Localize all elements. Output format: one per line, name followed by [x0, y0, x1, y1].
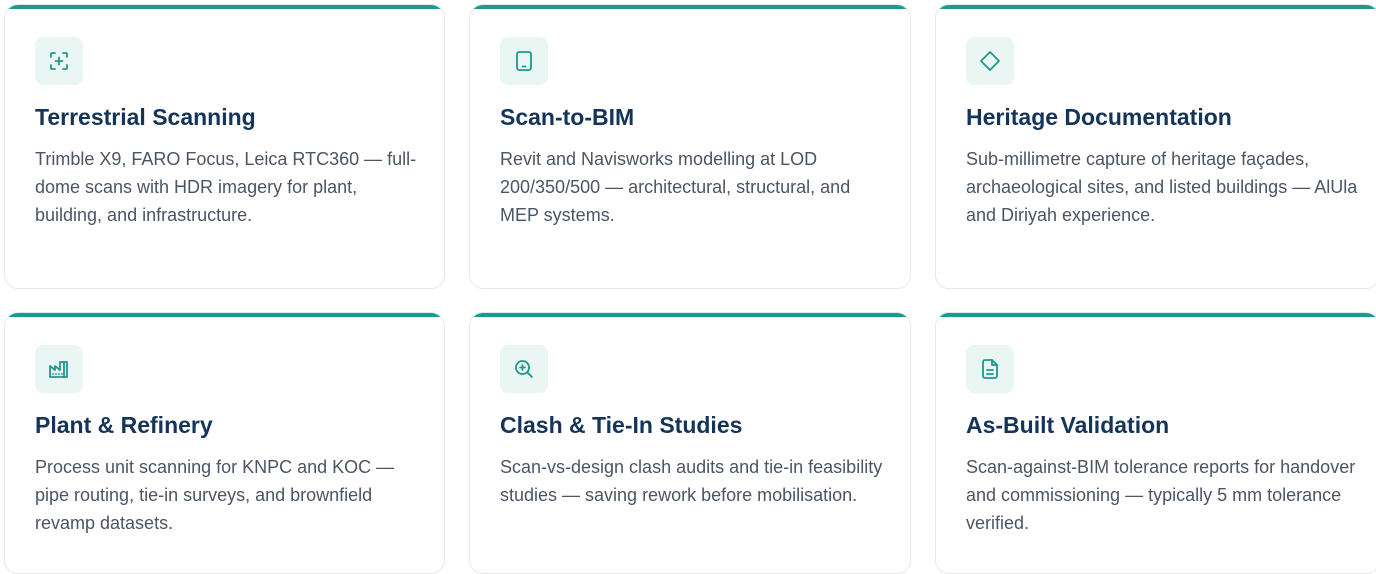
service-card-clash-tie-in: Clash & Tie-In Studies Scan-vs-design cl… — [469, 312, 911, 574]
card-title: Clash & Tie-In Studies — [500, 412, 743, 438]
card-title: Terrestrial Scanning — [35, 104, 256, 130]
card-title: Heritage Documentation — [966, 104, 1232, 130]
service-card-as-built-validation: As-Built Validation Scan-against-BIM tol… — [935, 312, 1376, 574]
zoom-in-icon — [500, 345, 548, 393]
diamond-icon — [966, 37, 1014, 85]
service-card-scan-to-bim: Scan-to-BIM Revit and Navisworks modelli… — [469, 4, 911, 289]
card-description: Sub-millimetre capture of heritage façad… — [966, 149, 1358, 225]
card-title: Plant & Refinery — [35, 412, 213, 438]
card-title: As-Built Validation — [966, 412, 1170, 438]
card-description: Scan-vs-design clash audits and tie-in f… — [500, 457, 883, 505]
card-title: Scan-to-BIM — [500, 104, 635, 130]
card-description: Revit and Navisworks modelling at LOD 20… — [500, 149, 851, 225]
scan-focus-icon — [35, 37, 83, 85]
document-icon — [966, 345, 1014, 393]
tablet-icon — [500, 37, 548, 85]
card-description: Trimble X9, FARO Focus, Leica RTC360 — f… — [35, 149, 417, 225]
service-card-heritage-documentation: Heritage Documentation Sub-millimetre ca… — [935, 4, 1376, 289]
service-card-plant-refinery: Plant & Refinery Process unit scanning f… — [4, 312, 445, 574]
factory-icon — [35, 345, 83, 393]
service-card-terrestrial-scanning: Terrestrial Scanning Trimble X9, FARO Fo… — [4, 4, 445, 289]
card-description: Process unit scanning for KNPC and KOC —… — [35, 457, 395, 533]
card-description: Scan-against-BIM tolerance reports for h… — [966, 457, 1356, 533]
